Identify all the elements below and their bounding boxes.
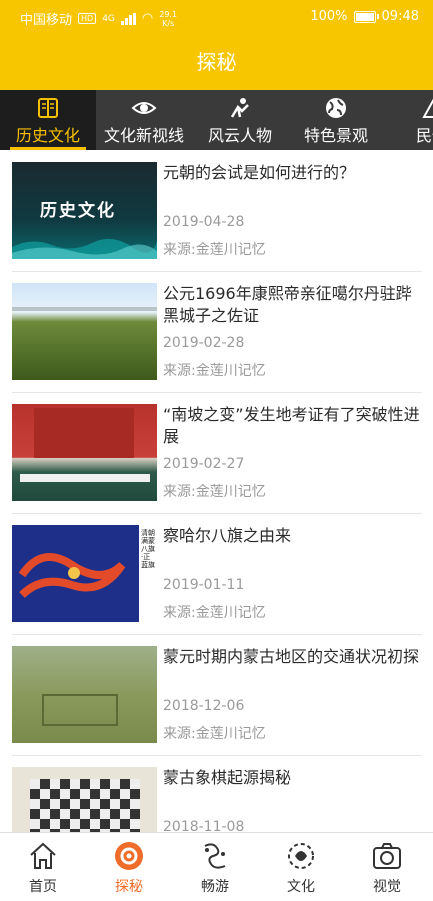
- home-icon: [0, 839, 86, 873]
- tab-label: 特色景观: [303, 126, 368, 145]
- wifi-icon: ◠: [141, 11, 154, 26]
- carrier-label: 中国移动: [20, 13, 73, 28]
- book-icon: [0, 97, 96, 119]
- tab-culture-new-view[interactable]: 文化新视线: [96, 90, 192, 150]
- nav-label: 探秘: [115, 879, 143, 895]
- explore-icon: [86, 839, 172, 873]
- article-title: 公元1696年康熙帝亲征噶尔丹驻跸黑城子之佐证: [163, 284, 412, 325]
- article-thumbnail: [12, 404, 157, 501]
- folk-icon: [384, 97, 433, 119]
- thumbnail-caption: 历史文化: [40, 201, 116, 221]
- article-title: 蒙元时期内蒙古地区的交通状况初探: [163, 647, 420, 666]
- camera-icon: [344, 839, 430, 873]
- signal-icon: [120, 12, 136, 25]
- nav-home[interactable]: 首页: [0, 833, 86, 901]
- nav-explore[interactable]: 探秘: [86, 833, 172, 901]
- article-date: 2019-02-27: [163, 456, 245, 472]
- article-title: “南坡之变”发生地考证有了突破性进展: [163, 405, 420, 446]
- article-date: 2019-01-11: [163, 577, 245, 593]
- article-thumbnail: 历史文化: [12, 162, 157, 259]
- nav-label: 视觉: [373, 879, 401, 895]
- globe-icon: [288, 97, 384, 119]
- tab-label: 历史文化: [15, 126, 80, 145]
- bottom-navigation: 首页 探秘 畅游 文化 视觉: [0, 832, 433, 901]
- culture-icon: [258, 839, 344, 873]
- nav-culture[interactable]: 文化: [258, 833, 344, 901]
- travel-icon: [172, 839, 258, 873]
- list-item[interactable]: 历史文化 元朝的会试是如何进行的？ 2019-04-28 来源:金莲川记忆: [12, 150, 422, 272]
- header-bar: 中国移动 HD 4G ◠ 29.1 K/s 100% 09:48 探秘: [0, 0, 433, 90]
- status-bar: 中国移动 HD 4G ◠ 29.1 K/s 100% 09:48: [0, 0, 433, 34]
- article-source: 来源:金莲川记忆: [163, 242, 266, 258]
- article-source: 来源:金莲川记忆: [163, 484, 266, 500]
- article-thumbnail: 清朝满蒙八旗·正蓝旗: [12, 525, 157, 622]
- article-title: 蒙古象棋起源揭秘: [163, 768, 292, 787]
- article-thumbnail: [12, 767, 157, 832]
- tab-label: 风云人物: [207, 126, 272, 145]
- list-item[interactable]: 公元1696年康熙帝亲征噶尔丹驻跸黑城子之佐证 2019-02-28 来源:金莲…: [12, 271, 422, 393]
- eye-icon: [96, 97, 192, 119]
- article-thumbnail: [12, 646, 157, 743]
- list-item[interactable]: “南坡之变”发生地考证有了突破性进展 2019-02-27 来源:金莲川记忆: [12, 392, 422, 514]
- tab-folk-custom[interactable]: 民俗: [384, 90, 433, 150]
- article-date: 2018-12-06: [163, 698, 245, 714]
- article-source: 来源:金莲川记忆: [163, 605, 266, 621]
- list-item[interactable]: 蒙古象棋起源揭秘 2018-11-08: [12, 755, 422, 832]
- nav-travel[interactable]: 畅游: [172, 833, 258, 901]
- article-date: 2019-04-28: [163, 214, 245, 230]
- battery-icon: [353, 10, 379, 23]
- article-date: 2018-11-08: [163, 819, 245, 832]
- category-tabs: 历史文化 文化新视线 风云人物 特色景观 民俗: [0, 90, 433, 150]
- network-speed: 29.1 K/s: [159, 9, 178, 28]
- thumbnail-caption: 清朝满蒙八旗·正蓝旗: [141, 529, 155, 569]
- tab-landscape[interactable]: 特色景观: [288, 90, 384, 150]
- hd-badge: HD: [78, 13, 97, 24]
- tab-history-culture[interactable]: 历史文化: [0, 90, 96, 150]
- nav-label: 文化: [287, 879, 315, 895]
- nav-vision[interactable]: 视觉: [344, 833, 430, 901]
- article-list: 历史文化 元朝的会试是如何进行的？ 2019-04-28 来源:金莲川记忆 公元…: [0, 150, 433, 832]
- article-title: 元朝的会试是如何进行的？: [163, 163, 356, 182]
- network-type: 4G: [102, 13, 115, 24]
- battery-percent: 100%: [310, 9, 348, 24]
- tab-label: 民俗: [415, 126, 433, 145]
- article-title: 察哈尔八旗之由来: [163, 526, 292, 545]
- article-thumbnail: [12, 283, 157, 380]
- figure-icon: [192, 97, 288, 119]
- tab-label: 文化新视线: [103, 126, 184, 145]
- nav-label: 首页: [29, 879, 57, 895]
- list-item[interactable]: 蒙元时期内蒙古地区的交通状况初探 2018-12-06 来源:金莲川记忆: [12, 634, 422, 756]
- list-item[interactable]: 清朝满蒙八旗·正蓝旗 察哈尔八旗之由来 2019-01-11 来源:金莲川记忆: [12, 513, 422, 635]
- article-source: 来源:金莲川记忆: [163, 726, 266, 742]
- clock: 09:48: [381, 9, 419, 24]
- article-date: 2019-02-28: [163, 335, 245, 351]
- page-title: 探秘: [196, 50, 237, 74]
- nav-label: 畅游: [201, 879, 229, 895]
- tab-famous-figures[interactable]: 风云人物: [192, 90, 288, 150]
- article-source: 来源:金莲川记忆: [163, 363, 266, 379]
